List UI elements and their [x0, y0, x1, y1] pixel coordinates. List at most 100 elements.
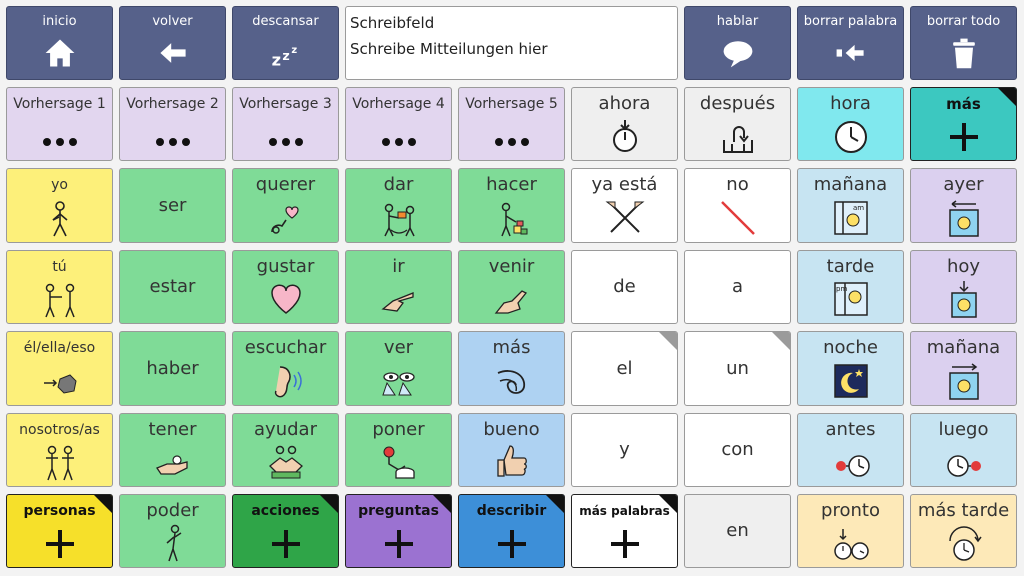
word-cell[interactable]: y [571, 413, 678, 487]
word-cell[interactable]: con [684, 413, 791, 487]
word-cell[interactable]: ser [119, 168, 226, 243]
word-cell[interactable]: ayer [910, 168, 1017, 243]
speak-label: hablar [716, 14, 759, 29]
word-label: más [492, 337, 531, 358]
word-cell[interactable]: dar [345, 168, 452, 243]
word-label: mañana [813, 174, 888, 195]
word-cell[interactable]: yo [6, 168, 113, 243]
prediction-1[interactable]: Vorhersage 1 [6, 87, 113, 161]
delete-all-button[interactable]: borrar todo [910, 6, 1017, 80]
make-icon [500, 202, 527, 237]
word-cell[interactable]: gustar [232, 250, 339, 324]
word-cell[interactable]: poner [345, 413, 452, 487]
delete-word-button[interactable]: borrar palabra [797, 6, 904, 80]
word-cell[interactable]: de [571, 250, 678, 324]
word-cell[interactable]: hoy [910, 250, 1017, 324]
give-icon [383, 203, 415, 237]
word-cell[interactable]: ver [345, 331, 452, 406]
rest-button[interactable]: descansar zzz [232, 6, 339, 80]
word-cell[interactable]: hacer [458, 168, 565, 243]
word-label: ayudar [254, 419, 317, 440]
word-cell[interactable]: él/ella/eso [6, 331, 113, 406]
word-cell[interactable]: mañana [910, 331, 1017, 406]
word-cell[interactable]: hora [797, 87, 904, 161]
folder-corner [320, 495, 338, 513]
word-label: no [726, 174, 749, 195]
rest-label: descansar [252, 14, 319, 29]
more-folder-button[interactable]: más [910, 87, 1017, 161]
word-cell[interactable]: escuchar [232, 331, 339, 406]
word-cell[interactable]: haber [119, 331, 226, 406]
person-self-icon [51, 201, 68, 237]
questions-folder-button[interactable]: preguntas [345, 494, 452, 568]
ear-icon [274, 366, 302, 398]
people-folder-button[interactable]: personas [6, 494, 113, 568]
word-label: yo [51, 177, 68, 193]
word-cell[interactable]: luego [910, 413, 1017, 487]
prediction-2[interactable]: Vorhersage 2 [119, 87, 226, 161]
ellipsis-icon [42, 138, 77, 146]
prediction-label: Vorhersage 5 [465, 96, 558, 112]
delete-all-label: borrar todo [926, 14, 1001, 29]
word-cell[interactable]: después [684, 87, 791, 161]
word-cell[interactable]: bueno [458, 413, 565, 487]
word-cell[interactable]: en [684, 494, 791, 568]
prediction-5[interactable]: Vorhersage 5 [458, 87, 565, 161]
word-cell[interactable]: estar [119, 250, 226, 324]
word-label: bueno [483, 419, 540, 440]
put-icon [383, 446, 415, 479]
word-cell[interactable]: querer [232, 168, 339, 243]
word-cell[interactable]: más [458, 331, 565, 406]
prediction-label: Vorhersage 1 [13, 96, 106, 112]
beckoning-hand-icon [494, 290, 527, 314]
home-button[interactable]: inicio [6, 6, 113, 80]
word-label: hoy [946, 256, 981, 277]
word-label: ayer [943, 174, 984, 195]
prediction-4[interactable]: Vorhersage 4 [345, 87, 452, 161]
word-cell[interactable]: ya está [571, 168, 678, 243]
word-cell[interactable]: tarde pm [797, 250, 904, 324]
prediction-3[interactable]: Vorhersage 3 [232, 87, 339, 161]
message-placeholder: Schreibe Mitteilungen hier [350, 40, 548, 58]
word-cell[interactable]: el [571, 331, 678, 406]
later-clock-icon [946, 455, 981, 477]
describe-folder-button[interactable]: describir [458, 494, 565, 568]
night-moon-icon [833, 364, 868, 398]
word-cell[interactable]: nosotros/as [6, 413, 113, 487]
word-label: poner [372, 419, 425, 440]
later-arc-clock-icon [948, 526, 982, 561]
word-label: venir [488, 256, 535, 277]
word-cell[interactable]: un [684, 331, 791, 406]
speech-bubble-icon [723, 41, 752, 68]
word-cell[interactable]: ir [345, 250, 452, 324]
you-people-icon [44, 283, 75, 318]
word-cell[interactable]: tener [119, 413, 226, 487]
word-cell[interactable]: antes [797, 413, 904, 487]
back-button[interactable]: volver [119, 6, 226, 80]
word-cell[interactable]: mañana am [797, 168, 904, 243]
word-cell[interactable]: venir [458, 250, 565, 324]
pointing-hand-icon [380, 292, 414, 312]
word-label: dar [383, 174, 414, 195]
home-label: inicio [42, 14, 77, 29]
word-label: escuchar [244, 337, 327, 358]
word-cell[interactable]: no [684, 168, 791, 243]
word-cell[interactable]: ayudar [232, 413, 339, 487]
plus-icon [271, 530, 300, 558]
actions-folder-button[interactable]: acciones [232, 494, 339, 568]
plus-icon [949, 123, 978, 151]
word-cell[interactable]: poder [119, 494, 226, 568]
word-label: después [699, 93, 776, 114]
word-cell[interactable]: noche [797, 331, 904, 406]
message-box[interactable]: Schreibfeld Schreibe Mitteilungen hier [345, 6, 678, 80]
word-cell[interactable]: a [684, 250, 791, 324]
speak-button[interactable]: hablar [684, 6, 791, 80]
morning-window-icon: am [833, 201, 868, 235]
word-cell[interactable]: pronto [797, 494, 904, 568]
word-cell[interactable]: más tarde [910, 494, 1017, 568]
word-label: tú [52, 259, 67, 275]
word-cell[interactable]: tú [6, 250, 113, 324]
folder-corner [659, 495, 677, 513]
more-words-folder-button[interactable]: más palabras [571, 494, 678, 568]
word-cell[interactable]: ahora [571, 87, 678, 161]
